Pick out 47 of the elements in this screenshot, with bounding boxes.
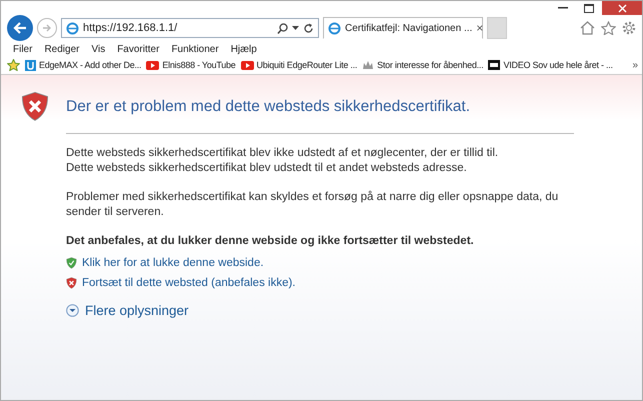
error-description: Dette websteds sikkerhedscertifikat blev ikke udstedt af et nøglecenter, der er tillid til. Dette websteds sikkerhedscertifikat blev udstedt til et andet websteds adresse.: [66, 146, 500, 176]
refresh-icon[interactable]: [303, 22, 314, 34]
address-field[interactable]: https://192.168.1.1/: [61, 18, 319, 38]
tab-close-button[interactable]: ×: [476, 21, 484, 35]
search-icon[interactable]: [277, 22, 288, 34]
favorites-star-icon[interactable]: [7, 59, 20, 71]
favorite-link[interactable]: EdgeMAX - Add other De...: [25, 60, 142, 70]
more-favorites-button[interactable]: »: [632, 60, 638, 70]
settings-icon[interactable]: [622, 21, 636, 35]
browser-icon: [66, 22, 79, 34]
browser-tab[interactable]: Certifikatfejl: Navigationen ... ×: [323, 17, 483, 39]
play-icon: [240, 60, 254, 70]
menu-item[interactable]: Filer: [13, 44, 32, 55]
forward-arrow-icon: [42, 24, 52, 32]
back-button[interactable]: [7, 15, 33, 41]
close-page-link[interactable]: Klik her for at lukke denne webside.: [82, 257, 264, 270]
minimize-icon: [558, 7, 568, 9]
back-arrow-icon: [13, 22, 27, 34]
app-icon: [25, 60, 36, 70]
menu-item[interactable]: Hjælp: [230, 44, 257, 55]
play-icon: [146, 60, 160, 70]
star-icon[interactable]: [601, 21, 616, 35]
recommendation-text: Det anbefales, at du lukker denne webside og ikke fortsætter til webstedet.: [66, 234, 475, 249]
menu-item[interactable]: Funktioner: [171, 44, 219, 55]
favorite-link[interactable]: Ubiquiti EdgeRouter Lite ...: [240, 60, 358, 70]
menu-item[interactable]: Rediger: [44, 44, 80, 55]
more-info-link[interactable]: Flere oplysninger: [85, 303, 189, 318]
safe-shield-icon: [66, 257, 77, 270]
menu-item[interactable]: Favoritter: [117, 44, 160, 55]
error-heading: Der er et problem med dette websteds sikkerhedscertifikat.: [66, 98, 472, 116]
favorite-link[interactable]: Elnis888 - YouTube: [146, 60, 236, 70]
menu-item[interactable]: Vis: [91, 44, 106, 55]
close-icon: [618, 4, 626, 12]
tv-icon: [488, 60, 500, 70]
error-shield-icon: [21, 91, 49, 122]
favorite-link[interactable]: Stor interesse for åbenhed...: [362, 60, 484, 70]
expand-icon[interactable]: [66, 304, 79, 318]
crown-icon: [362, 60, 374, 70]
dropdown-icon[interactable]: [292, 26, 299, 30]
home-icon[interactable]: [580, 21, 595, 35]
continue-link[interactable]: Fortsæt til dette websted (anbefales ikke).: [82, 277, 296, 290]
browser-icon: [328, 22, 341, 34]
maximize-icon: [584, 4, 594, 12]
unsafe-shield-icon: [66, 277, 77, 290]
close-button[interactable]: [602, 1, 642, 15]
favorite-link[interactable]: VIDEO Sov ude hele året - ...: [488, 60, 613, 70]
error-description: Problemer med sikkerhedscertifikat kan skyldes et forsøg på at narre dig eller opsnappe data, du sender til serveren.: [66, 190, 560, 220]
